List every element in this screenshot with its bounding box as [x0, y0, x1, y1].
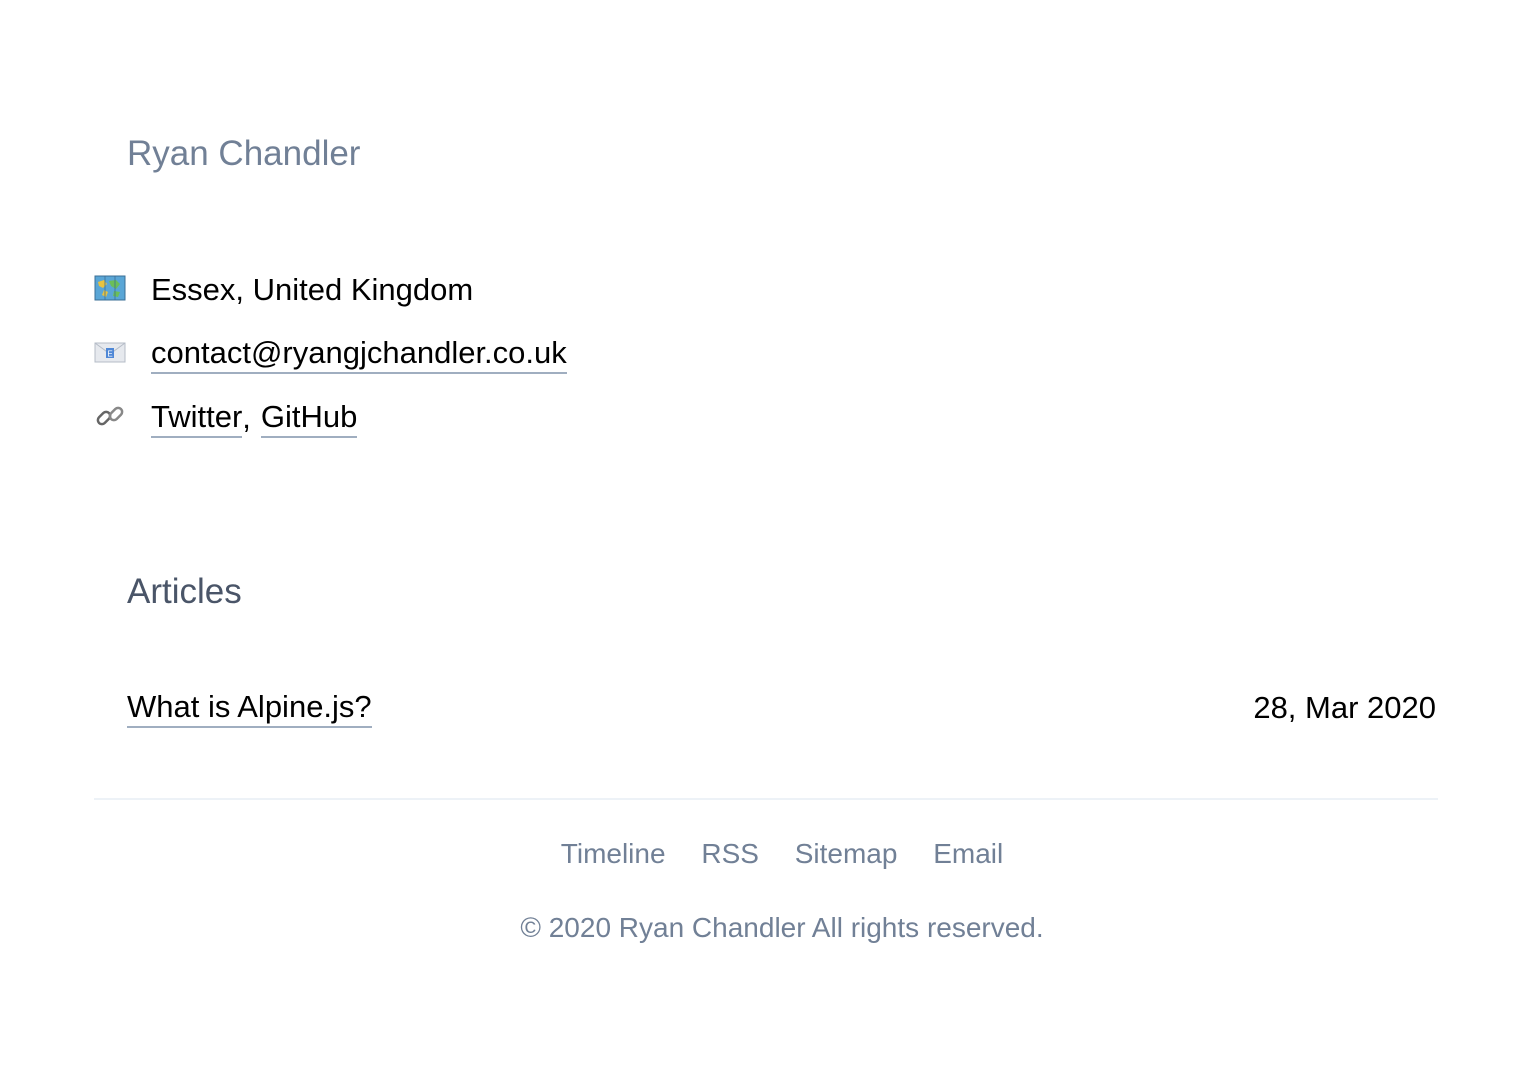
article-link[interactable]: What is Alpine.js? — [127, 688, 372, 728]
github-link[interactable]: GitHub — [260, 398, 358, 438]
site-name[interactable]: Ryan Chandler — [127, 132, 360, 176]
footer-link-timeline[interactable]: Timeline — [561, 838, 666, 869]
email-row: E contact@ryangjchandler.co.uk — [94, 322, 567, 386]
article-date: 28, Mar 2020 — [1253, 690, 1436, 725]
footer-nav: Timeline RSS Sitemap Email — [0, 836, 1528, 872]
footer-link-email[interactable]: Email — [933, 838, 1003, 869]
link-icon — [94, 400, 126, 432]
world-map-icon — [94, 272, 126, 304]
article-list-item: What is Alpine.js? 28, Mar 2020 — [127, 688, 1436, 728]
location-row: Essex, United Kingdom — [94, 258, 567, 322]
footer-link-sitemap[interactable]: Sitemap — [795, 838, 898, 869]
links-separator: , — [242, 400, 251, 435]
location-text: Essex, United Kingdom — [151, 272, 474, 307]
copyright-text: © 2020 Ryan Chandler All rights reserved… — [520, 912, 1044, 943]
envelope-icon: E — [94, 336, 126, 368]
articles-heading: Articles — [127, 572, 242, 611]
svg-text:E: E — [107, 350, 112, 359]
twitter-link[interactable]: Twitter — [151, 398, 243, 438]
email-link[interactable]: contact@ryangjchandler.co.uk — [151, 334, 567, 374]
footer-link-rss[interactable]: RSS — [701, 838, 759, 869]
contact-info-list: Essex, United Kingdom E contact@ryangjch… — [94, 258, 567, 450]
links-row: Twitter , GitHub — [94, 386, 567, 450]
footer-divider — [94, 798, 1438, 800]
